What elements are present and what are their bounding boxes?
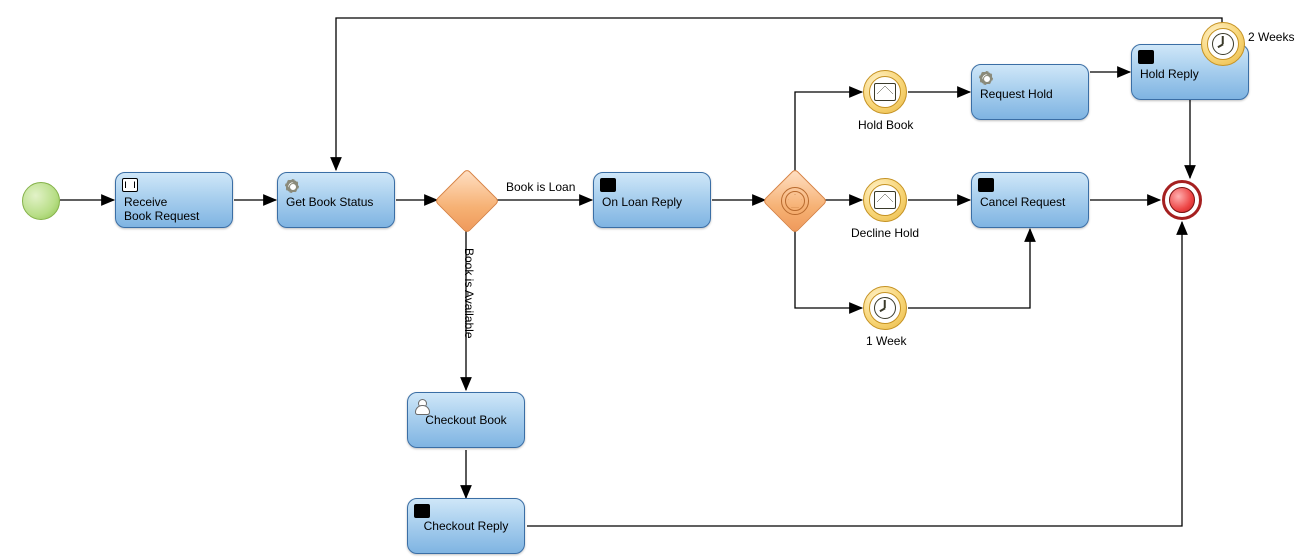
task-get-book-status[interactable]: Get Book Status [277,172,395,228]
event-based-gateway[interactable] [762,168,827,233]
task-on-loan-reply[interactable]: On Loan Reply [593,172,711,228]
task-receive-book-request[interactable]: ReceiveBook Request [115,172,233,228]
task-label: Cancel Request [980,195,1080,219]
bpmn-canvas: ReceiveBook Request Get Book Status On L… [0,0,1298,559]
clock-icon [874,297,896,319]
end-event[interactable] [1162,180,1202,220]
task-checkout-book[interactable]: Checkout Book [407,392,525,448]
task-label: Hold Reply [1140,67,1240,91]
task-label: Get Book Status [286,195,386,219]
task-checkout-reply[interactable]: Checkout Reply [407,498,525,554]
intermediate-message-event-hold-book[interactable] [863,70,907,114]
exclusive-gateway[interactable] [434,168,499,233]
task-label: Checkout Book [416,401,516,439]
task-cancel-request[interactable]: Cancel Request [971,172,1089,228]
event-label: Hold Book [858,118,913,132]
envelope-filled-icon [1138,50,1154,64]
task-label: Request Hold [980,87,1080,111]
sequence-flows [0,0,1298,559]
clock-icon [1212,33,1234,55]
envelope-icon [122,178,138,192]
start-event[interactable] [22,182,60,220]
envelope-filled-icon [600,178,616,192]
event-label: 2 Weeks [1248,30,1294,44]
envelope-icon [874,83,896,101]
task-request-hold[interactable]: Request Hold [971,64,1089,120]
boundary-timer-event-2-weeks[interactable] [1201,22,1245,66]
event-label: Decline Hold [851,226,919,240]
envelope-icon [874,191,896,209]
flow-label-book-is-available: Book is Available [462,248,476,339]
task-label: ReceiveBook Request [124,195,224,219]
envelope-filled-icon [978,178,994,192]
gear-icon [284,178,300,194]
intermediate-timer-event-1-week[interactable] [863,286,907,330]
task-label: On Loan Reply [602,195,702,219]
event-label: 1 Week [866,334,906,348]
gear-icon [978,70,994,86]
intermediate-message-event-decline-hold[interactable] [863,178,907,222]
task-label: Checkout Reply [416,507,516,545]
flow-label-book-is-loan: Book is Loan [506,180,575,194]
